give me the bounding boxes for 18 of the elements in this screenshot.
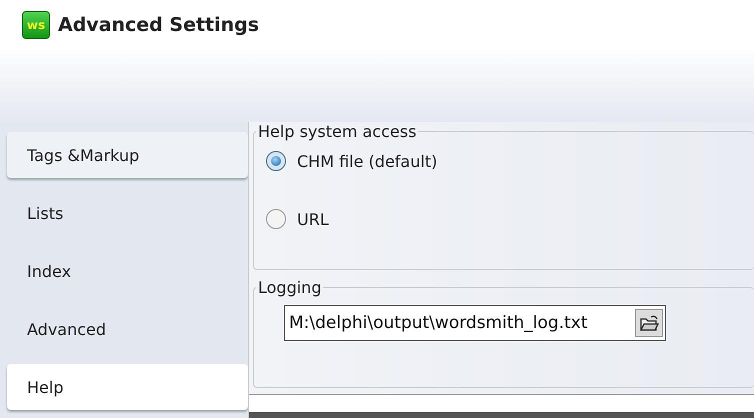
group-title: Logging xyxy=(257,278,322,297)
window-title: Advanced Settings xyxy=(58,14,260,36)
group-title: Help system access xyxy=(257,122,418,141)
sidebar-tab[interactable]: Help xyxy=(7,364,248,410)
sidebar-tab[interactable]: Lists xyxy=(7,190,248,236)
radio-button[interactable] xyxy=(266,151,286,171)
app-logo: ws xyxy=(22,11,50,39)
sidebar-tab[interactable]: Index xyxy=(7,248,248,294)
log-path-field[interactable]: M:\delphi\output\wordsmith_log.txt xyxy=(284,305,666,341)
radio-option[interactable]: URL xyxy=(266,199,754,239)
sidebar-tab[interactable]: Tags &Markup xyxy=(7,132,248,178)
radio-button[interactable] xyxy=(266,209,286,229)
radio-label: URL xyxy=(297,210,329,228)
sidebar-tab[interactable]: Advanced xyxy=(7,306,248,352)
radio-option[interactable]: CHM file (default) xyxy=(266,141,754,181)
folder-icon xyxy=(639,314,659,332)
radio-label: CHM file (default) xyxy=(297,152,438,170)
browse-button[interactable] xyxy=(635,309,663,337)
